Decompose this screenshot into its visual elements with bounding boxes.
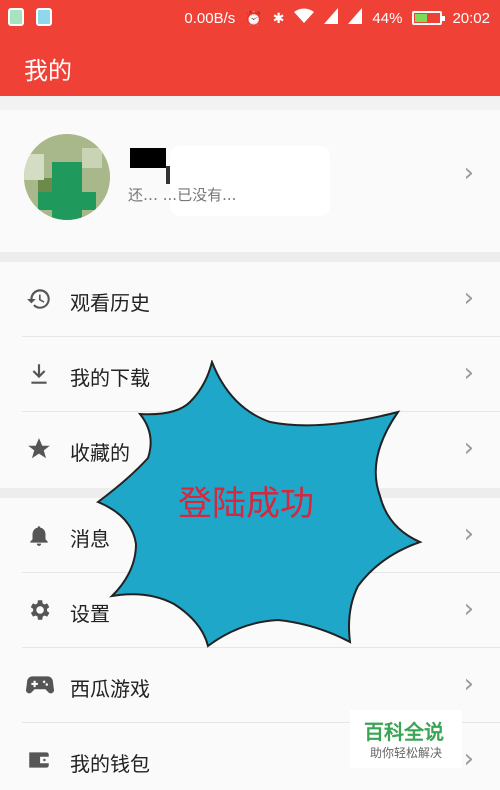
profile-card[interactable]: 还… ...已没有... ›	[0, 110, 500, 252]
chevron-right-icon: ›	[463, 433, 474, 463]
chevron-right-icon: ›	[463, 358, 474, 388]
watermark-subtitle: 助你轻松解决	[370, 746, 443, 760]
login-success-text: 登陆成功	[178, 484, 314, 524]
menu-item-label: 我的钱包	[70, 752, 150, 776]
app-icon	[36, 8, 52, 26]
chevron-right-icon: ›	[463, 158, 474, 188]
chevron-right-icon: ›	[463, 519, 474, 549]
alarm-icon: ⏰	[245, 10, 263, 26]
status-left-icons	[8, 8, 52, 26]
watermark-title: 百科全说	[364, 720, 444, 744]
menu-item-label: 西瓜游戏	[70, 677, 150, 701]
chevron-right-icon: ›	[463, 594, 474, 624]
history-icon	[26, 286, 54, 314]
redaction-blur	[170, 146, 330, 216]
chevron-right-icon: ›	[463, 669, 474, 699]
bell-icon	[26, 522, 54, 550]
battery-percent: 44%	[372, 9, 403, 27]
download-icon	[26, 361, 54, 389]
bluetooth-icon: ✱	[272, 10, 285, 26]
menu-item-history[interactable]: 观看历史 ›	[0, 262, 500, 337]
battery-icon	[412, 11, 446, 25]
section-divider	[0, 252, 500, 262]
signal-icon	[324, 8, 339, 28]
menu-item-label: 观看历史	[70, 291, 150, 315]
chevron-right-icon: ›	[463, 744, 474, 774]
profile-subtext: 还… ...已没有...	[128, 186, 237, 204]
4g-icon	[348, 8, 363, 28]
avatar[interactable]	[24, 134, 110, 220]
clock: 20:02	[452, 9, 490, 27]
chevron-right-icon: ›	[463, 283, 474, 313]
status-right: 0.00B/s ⏰ ✱ 44% 20:02	[184, 8, 490, 28]
watermark-logo: 百科全说 助你轻松解决	[350, 710, 462, 768]
wallet-icon	[26, 747, 54, 775]
battery-fill	[415, 14, 427, 22]
app-header: 我的	[0, 36, 500, 96]
wifi-icon	[294, 8, 315, 28]
gear-icon	[26, 597, 54, 625]
network-speed: 0.00B/s	[184, 9, 236, 27]
page-title: 我的	[24, 57, 72, 85]
notification-icon	[8, 8, 24, 26]
redacted-name	[130, 148, 166, 168]
gamepad-icon	[26, 672, 54, 700]
star-icon	[26, 436, 54, 464]
status-bar: 0.00B/s ⏰ ✱ 44% 20:02	[0, 0, 500, 36]
